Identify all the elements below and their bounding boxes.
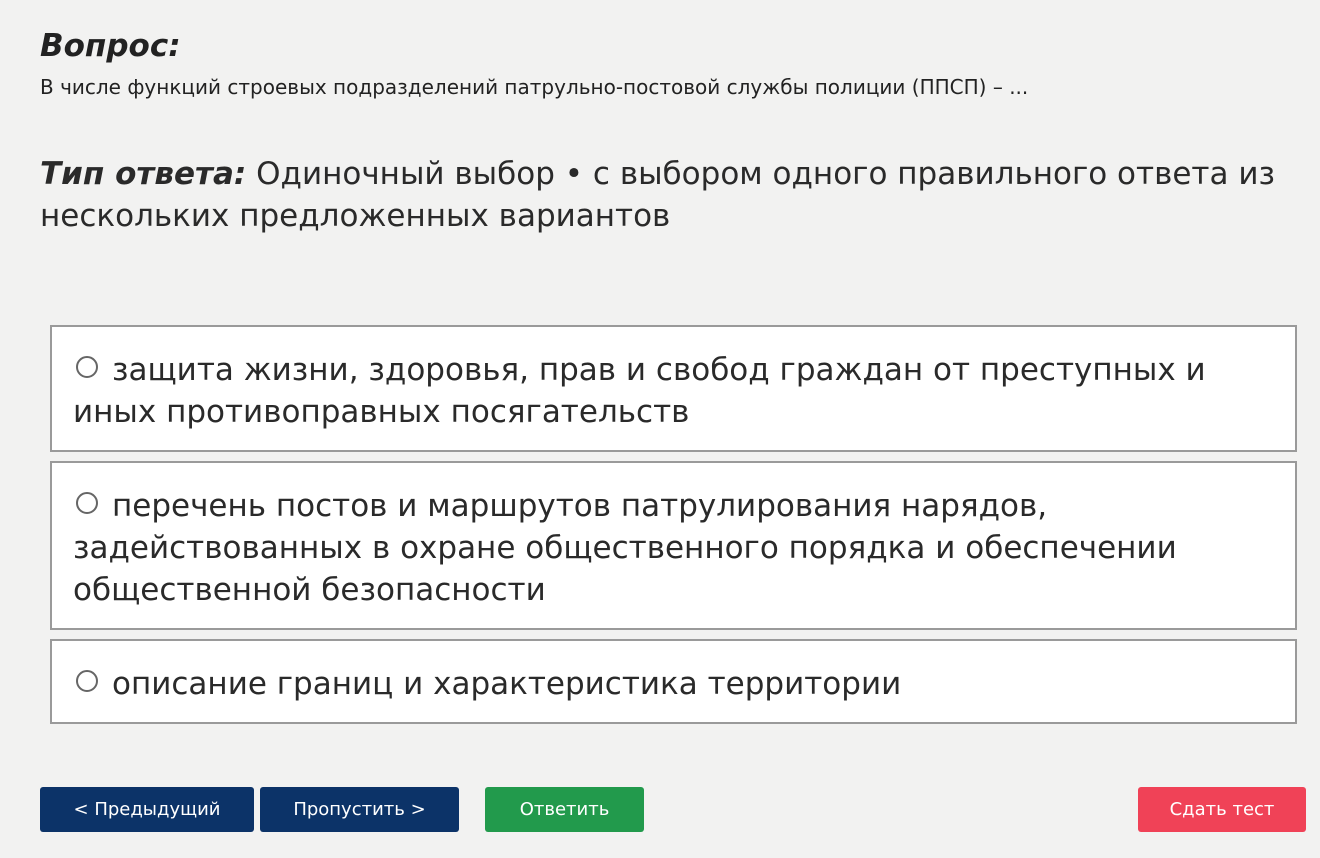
question-heading: Вопрос: (40, 28, 181, 64)
radio-icon[interactable] (76, 670, 98, 692)
submit-test-button[interactable]: Сдать тест (1138, 787, 1306, 832)
answer-button[interactable]: Ответить (485, 787, 644, 832)
answer-option-text: перечень постов и маршрутов патрулирован… (73, 488, 1177, 608)
answer-option-text: защита жизни, здоровья, прав и свобод гр… (73, 352, 1206, 430)
test-question-page: Вопрос: В числе функций строевых подразд… (0, 0, 1320, 858)
question-text: В числе функций строевых подразделений п… (40, 75, 1029, 99)
answer-option-3[interactable]: описание границ и характеристика террито… (50, 639, 1297, 724)
skip-button[interactable]: Пропустить > (260, 787, 459, 832)
radio-icon[interactable] (76, 492, 98, 514)
answer-option-text: описание границ и характеристика террито… (112, 666, 902, 702)
answer-option-1[interactable]: защита жизни, здоровья, прав и свобод гр… (50, 325, 1297, 452)
previous-button[interactable]: < Предыдущий (40, 787, 254, 832)
answer-type-label: Тип ответа: (40, 156, 247, 192)
answer-option-2[interactable]: перечень постов и маршрутов патрулирован… (50, 461, 1297, 630)
answer-type: Тип ответа: Одиночный выбор • с выбором … (40, 153, 1290, 237)
radio-icon[interactable] (76, 356, 98, 378)
